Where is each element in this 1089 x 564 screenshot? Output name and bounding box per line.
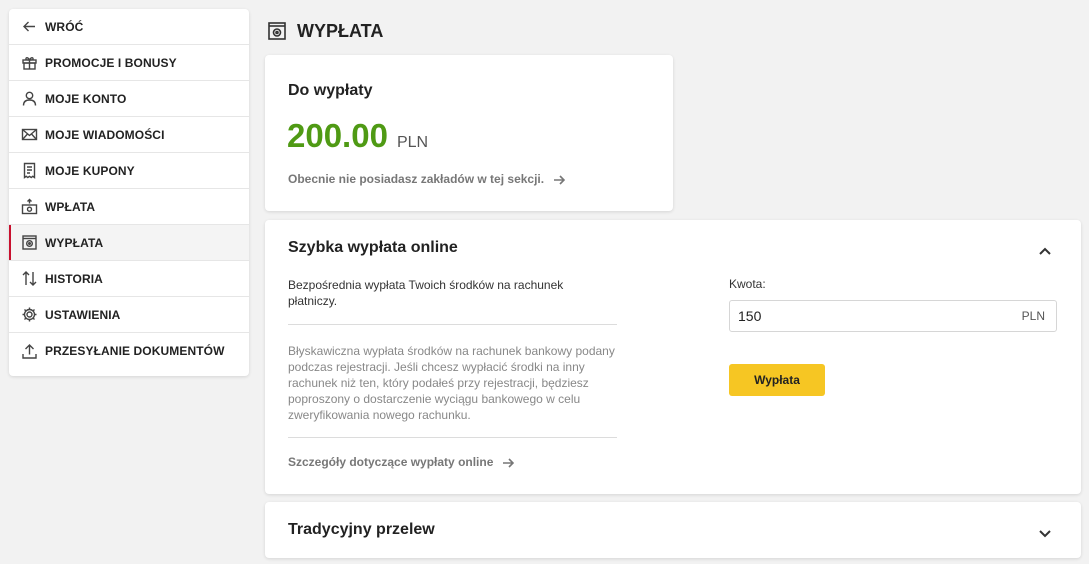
sidebar-item-label: WYPŁATA: [45, 235, 104, 250]
sidebar-item-coupons[interactable]: MOJE KUPONY: [9, 153, 249, 189]
balance-amount: 200.00 PLN: [287, 117, 428, 155]
sidebar-item-withdraw[interactable]: WYPŁATA: [9, 225, 249, 261]
sidebar-item-label: PROMOCJE I BONUSY: [45, 55, 177, 70]
chevron-up-icon[interactable]: [1038, 243, 1052, 255]
balance-value: 200.00: [287, 117, 388, 154]
amount-currency: PLN: [1021, 309, 1045, 323]
sidebar-item-messages[interactable]: MOJE WIADOMOŚCI: [9, 117, 249, 153]
fast-withdrawal-info: Błyskawiczna wypłata środków na rachunek…: [288, 344, 615, 422]
sidebar-item-account[interactable]: MOJE KONTO: [9, 81, 249, 117]
fast-withdrawal-title: Szybka wypłata online: [288, 239, 458, 256]
balance-card: Do wypłaty 200.00 PLN Obecnie nie posiad…: [265, 55, 673, 211]
withdraw-icon: [267, 21, 287, 41]
amount-input[interactable]: [738, 308, 978, 324]
arrow-right-icon: [553, 174, 566, 185]
sidebar-item-label: WRÓĆ: [45, 19, 84, 34]
page-header: WYPŁATA: [267, 18, 383, 44]
no-bets-link[interactable]: Obecnie nie posiadasz zakładów w tej sek…: [288, 172, 566, 186]
gear-icon: [21, 306, 38, 323]
sidebar-item-deposit[interactable]: WPŁATA: [9, 189, 249, 225]
sidebar-item-promotions[interactable]: PROMOCJE I BONUSY: [9, 45, 249, 81]
balance-label: Do wypłaty: [288, 82, 373, 99]
upload-icon: [21, 343, 38, 360]
withdraw-icon: [21, 234, 38, 251]
traditional-transfer-panel[interactable]: Tradycyjny przelew: [265, 502, 1081, 558]
traditional-transfer-title: Tradycyjny przelew: [288, 521, 435, 538]
amount-field: PLN: [729, 300, 1057, 332]
sidebar: WRÓĆ PROMOCJE I BONUSY MOJE KONTO MOJE W…: [9, 9, 249, 376]
sidebar-item-label: MOJE KONTO: [45, 91, 127, 106]
sidebar-item-label: WPŁATA: [45, 199, 96, 214]
arrow-right-icon: [502, 457, 515, 468]
arrow-left-icon: [21, 18, 38, 35]
deposit-icon: [21, 198, 38, 215]
amount-label: Kwota:: [729, 277, 766, 291]
sidebar-item-documents[interactable]: PRZESYŁANIE DOKUMENTÓW: [9, 333, 249, 369]
balance-currency: PLN: [396, 134, 429, 151]
divider: [288, 437, 617, 438]
gift-icon: [21, 54, 38, 71]
sidebar-item-label: HISTORIA: [45, 271, 103, 286]
fast-withdrawal-description: Bezpośrednia wypłata Twoich środków na r…: [288, 278, 564, 308]
sidebar-item-label: MOJE WIADOMOŚCI: [45, 127, 165, 142]
sidebar-item-settings[interactable]: USTAWIENIA: [9, 297, 249, 333]
envelope-icon: [21, 126, 38, 143]
page-title: WYPŁATA: [297, 20, 384, 41]
withdraw-button[interactable]: Wypłata: [729, 364, 825, 396]
divider: [288, 324, 617, 325]
sidebar-item-label: MOJE KUPONY: [45, 163, 135, 178]
details-link-label: Szczegóły dotyczące wypłaty online: [288, 455, 494, 469]
fast-withdrawal-details-link[interactable]: Szczegóły dotyczące wypłaty online: [288, 455, 515, 469]
sidebar-item-label: PRZESYŁANIE DOKUMENTÓW: [45, 344, 225, 358]
receipt-icon: [21, 162, 38, 179]
chevron-down-icon[interactable]: [1038, 525, 1052, 538]
user-icon: [21, 90, 38, 107]
arrows-up-down-icon: [21, 270, 38, 287]
fast-withdrawal-panel: Szybka wypłata online Bezpośrednia wypła…: [265, 220, 1081, 494]
no-bets-link-label: Obecnie nie posiadasz zakładów w tej sek…: [288, 172, 545, 186]
sidebar-item-history[interactable]: HISTORIA: [9, 261, 249, 297]
sidebar-item-label: USTAWIENIA: [45, 307, 121, 322]
sidebar-item-back[interactable]: WRÓĆ: [9, 9, 249, 45]
